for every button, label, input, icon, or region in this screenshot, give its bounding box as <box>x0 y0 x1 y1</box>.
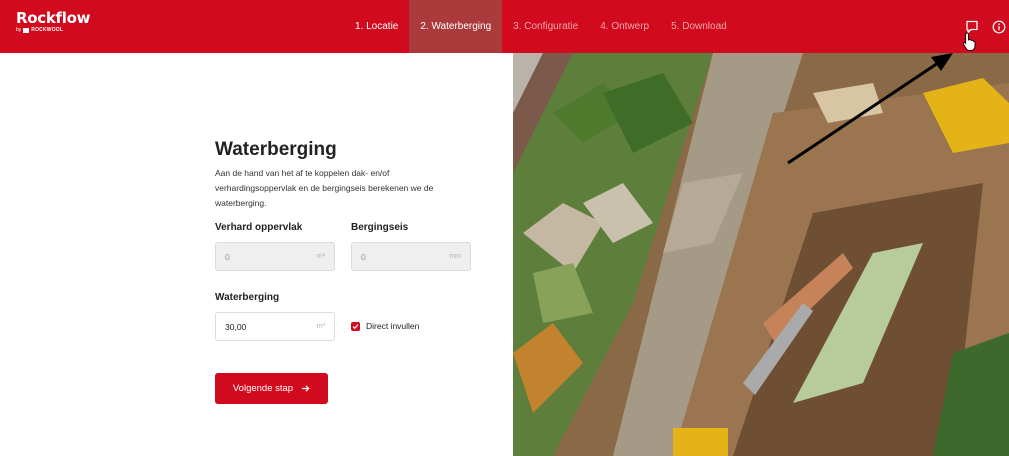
page-title: Waterberging <box>215 139 337 160</box>
top-bar: Rockflow by ROCKWOOL 1. Locatie 2. Water… <box>0 0 1009 53</box>
storage-requirement-input: 0 mm <box>351 242 471 271</box>
water-storage-label: Waterberging <box>215 292 280 303</box>
checkmark-icon <box>352 324 359 330</box>
page-description: Aan de hand van het af te koppelen dak- … <box>215 168 434 208</box>
rockwool-mark-icon <box>23 27 30 33</box>
construction-site-photo <box>513 53 1009 456</box>
next-step-label: Volgende stap <box>232 383 294 394</box>
storage-requirement-value: 0 <box>361 251 366 262</box>
water-storage-input[interactable]: 30,00 m³ <box>215 312 335 341</box>
step-ontwerp[interactable]: 4. Ontwerp <box>589 0 660 53</box>
step-download[interactable]: 5. Download <box>660 0 738 53</box>
hand-cursor-icon <box>962 32 976 51</box>
paved-area-value: 0 <box>225 251 230 262</box>
step-locatie[interactable]: 1. Locatie <box>344 0 409 53</box>
logo-byline: by ROCKWOOL <box>16 27 90 33</box>
logo-by: by <box>16 27 22 33</box>
rockflow-logo[interactable]: Rockflow by ROCKWOOL <box>16 10 90 33</box>
paved-area-label: Verhard oppervlak <box>215 222 303 233</box>
logo-wordmark: Rockflow <box>16 9 91 27</box>
storage-requirement-label: Bergingseis <box>351 222 409 233</box>
info-icon[interactable] <box>992 20 1006 34</box>
water-storage-unit: m³ <box>316 323 325 330</box>
direct-input-checkbox[interactable] <box>351 322 360 331</box>
step-waterberging[interactable]: 2. Waterberging <box>409 0 503 53</box>
logo-company: ROCKWOOL <box>31 27 64 33</box>
step-navigation: 1. Locatie 2. Waterberging 3. Configurat… <box>344 0 738 53</box>
paved-area-unit: m² <box>316 253 325 260</box>
paved-area-input: 0 m² <box>215 242 335 271</box>
step-configuratie[interactable]: 3. Configuratie <box>502 0 589 53</box>
direct-input-label[interactable]: Direct invullen <box>366 321 419 332</box>
arrow-right-icon <box>302 385 310 392</box>
next-step-button[interactable]: Volgende stap <box>215 373 328 404</box>
water-storage-value: 30,00 <box>225 321 247 332</box>
storage-requirement-unit: mm <box>449 253 461 260</box>
